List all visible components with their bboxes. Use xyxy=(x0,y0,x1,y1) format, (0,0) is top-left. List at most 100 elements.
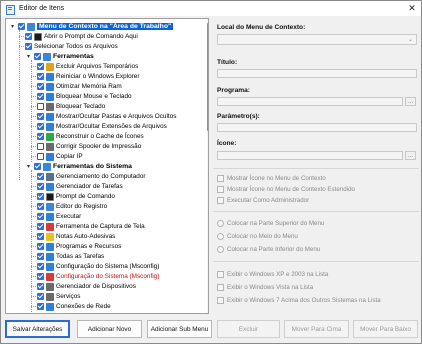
tree-item-checkbox[interactable] xyxy=(37,223,44,230)
show-icon-checkbox[interactable]: Mostrar Ícone no Menu de Contexto xyxy=(217,175,326,182)
expand-toggle-icon[interactable]: ▾ xyxy=(9,23,16,30)
add-sub-menu-button[interactable]: Adicionar Sub Menu xyxy=(147,320,212,338)
program-browse-button[interactable]: ... xyxy=(405,97,416,106)
tree-item[interactable]: Prompt de Comando xyxy=(37,192,115,201)
tree-item-checkbox[interactable] xyxy=(37,93,44,100)
tree-item[interactable]: Editor do Registro xyxy=(37,202,107,211)
tree-item-checkbox[interactable] xyxy=(37,283,44,290)
tree-item-label: Gerenciador de Tarefas xyxy=(56,183,123,190)
tree-item[interactable]: Abrir o Prompt de Comando Aqui xyxy=(25,32,138,41)
tree-item[interactable]: ▾ Menu de Contexto na "Área de Trabalho" xyxy=(9,22,174,31)
tree-item-checkbox[interactable] xyxy=(37,123,44,130)
tree-item[interactable]: Notas Auto-Adesivas xyxy=(37,232,115,241)
tree-item[interactable]: Bloquear Mouse e Teclado xyxy=(37,92,132,101)
tree-item-checkbox[interactable] xyxy=(37,213,44,220)
tree-guide-line xyxy=(31,226,36,227)
icon-input[interactable] xyxy=(217,151,403,160)
tree-item-checkbox[interactable] xyxy=(37,113,44,120)
tree-item[interactable]: Gerenciamento do Computador xyxy=(37,172,146,181)
tree-item[interactable]: Reiniciar o Windows Explorer xyxy=(37,72,139,81)
parameter-input[interactable] xyxy=(217,123,417,132)
tree-item[interactable]: Corrigir Spooler de Impressão xyxy=(37,142,141,151)
tree-item[interactable]: Ferramenta de Captura de Tela xyxy=(37,222,145,231)
tree-item-checkbox[interactable] xyxy=(37,303,44,310)
tree-item-checkbox[interactable] xyxy=(37,253,44,260)
tree-item[interactable]: Copiar IP xyxy=(37,152,83,161)
tree-guide-line xyxy=(31,126,36,127)
tree-item-checkbox[interactable] xyxy=(18,23,25,30)
tree-item[interactable]: Gerenciador de Dispositivos xyxy=(37,282,136,291)
tree-item-checkbox[interactable] xyxy=(37,103,44,110)
expand-toggle-icon[interactable]: ▾ xyxy=(25,53,32,60)
tree-item-checkbox[interactable] xyxy=(25,43,32,50)
tree-scrollbar[interactable] xyxy=(207,19,208,313)
tree-item-checkbox[interactable] xyxy=(37,193,44,200)
tree-item[interactable]: Mostrar/Ocultar Pastas e Arquivos Oculto… xyxy=(37,112,176,121)
tree-guide-line xyxy=(31,236,36,237)
tree-item-checkbox[interactable] xyxy=(34,163,41,170)
tree-item[interactable]: Configuração do Sistema (Msconfig) xyxy=(37,272,159,281)
tree-item-label: Reiniciar o Windows Explorer xyxy=(56,73,140,80)
tree-item-label: Abrir o Prompt de Comando Aqui xyxy=(44,33,138,40)
position-middle-radio[interactable]: Colocar no Meio do Menu xyxy=(217,233,298,240)
show-vista-checkbox[interactable]: Exibir o Windows Vista na Lista xyxy=(217,284,313,291)
tree-item[interactable]: Bloquear Teclado xyxy=(37,102,105,111)
tree-item-checkbox[interactable] xyxy=(37,173,44,180)
tree-item-checkbox[interactable] xyxy=(37,83,44,90)
add-new-button[interactable]: Adicionar Novo xyxy=(77,320,142,338)
tree-item[interactable]: ▾ Ferramentas xyxy=(25,52,94,61)
tree-item[interactable]: Programas e Recursos xyxy=(37,242,121,251)
tree-item-checkbox[interactable] xyxy=(37,233,44,240)
tree-item-checkbox[interactable] xyxy=(37,133,44,140)
tree-item-checkbox[interactable] xyxy=(37,143,44,150)
tree-item-checkbox[interactable] xyxy=(34,53,41,60)
show-xp-checkbox[interactable]: Exibir o Windows XP e 2003 na Lista xyxy=(217,271,328,278)
tree-item[interactable]: Todas as Tarefas xyxy=(37,252,104,261)
run-as-admin-checkbox[interactable]: Executar Como Administrador xyxy=(217,197,309,204)
tree-item-checkbox[interactable] xyxy=(37,263,44,270)
tree-item-checkbox[interactable] xyxy=(37,273,44,280)
tree-item[interactable]: Reconstruir o Cache de Ícones xyxy=(37,132,144,141)
tree-scrollbar-thumb[interactable] xyxy=(207,23,208,131)
tree-item-checkbox[interactable] xyxy=(37,183,44,190)
title-input[interactable] xyxy=(217,69,417,78)
icon-browse-button[interactable]: ... xyxy=(405,151,416,160)
tree-item-label: Ferramentas do Sistema xyxy=(53,163,132,170)
tree-item[interactable]: Gerenciador de Tarefas xyxy=(37,182,123,191)
expand-toggle-icon[interactable]: ▾ xyxy=(25,163,32,170)
items-tree[interactable]: ▾ Menu de Contexto na "Área de Trabalho" A… xyxy=(5,18,209,314)
tree-item[interactable]: Excluir Arquivos Temporários xyxy=(37,62,138,71)
window-title: Editor de Itens xyxy=(19,5,65,12)
tree-item[interactable]: Otimizar Memória Ram xyxy=(37,82,122,91)
tree-item[interactable]: Selecionar Todos os Arquivos xyxy=(25,42,118,51)
position-bottom-radio[interactable]: Colocar na Parte Inferior do Menu xyxy=(217,246,320,253)
tree-guide-line xyxy=(31,136,36,137)
close-icon[interactable]: ✕ xyxy=(405,1,419,16)
move-down-button[interactable]: Mover Para Baixo xyxy=(353,320,418,338)
show-icon-extended-checkbox[interactable]: Mostrar Ícone no Menu de Contexto Estend… xyxy=(217,186,355,193)
delete-button[interactable]: Excluir xyxy=(217,320,280,338)
tree-item-label: Mostrar/Ocultar Pastas e Arquivos Oculto… xyxy=(56,113,177,120)
program-input[interactable] xyxy=(217,97,403,106)
tree-guide-line xyxy=(31,86,36,87)
tree-item[interactable]: ▾ Ferramentas do Sistema xyxy=(25,162,132,171)
tree-item-checkbox[interactable] xyxy=(37,153,44,160)
tree-item-checkbox[interactable] xyxy=(25,33,32,40)
save-button[interactable]: Salvar Alterações xyxy=(5,320,70,338)
parameter-label: Parâmetro(s): xyxy=(217,113,260,120)
tree-item-checkbox[interactable] xyxy=(37,293,44,300)
tree-guide-line xyxy=(31,116,36,117)
tree-item[interactable]: Configuração do Sistema (Msconfig) xyxy=(37,262,159,271)
tree-item-checkbox[interactable] xyxy=(37,73,44,80)
tree-item[interactable]: Mostrar/Ocultar Extensões de Arquivos xyxy=(37,122,167,131)
tree-item[interactable]: Executar xyxy=(37,212,81,221)
tree-item[interactable]: Serviços xyxy=(37,292,81,301)
position-top-radio[interactable]: Colocar na Parte Superior do Menu xyxy=(217,220,324,227)
show-win7-checkbox[interactable]: Exibir o Windows 7 Acima dos Outros Sist… xyxy=(217,297,381,304)
tree-item-checkbox[interactable] xyxy=(37,203,44,210)
tree-item-checkbox[interactable] xyxy=(37,63,44,70)
tree-item[interactable]: Conexões de Rede xyxy=(37,302,111,311)
tree-item-checkbox[interactable] xyxy=(37,243,44,250)
move-up-button[interactable]: Mover Para Cima xyxy=(284,320,349,338)
location-combo[interactable]: ⌄ xyxy=(217,34,417,45)
